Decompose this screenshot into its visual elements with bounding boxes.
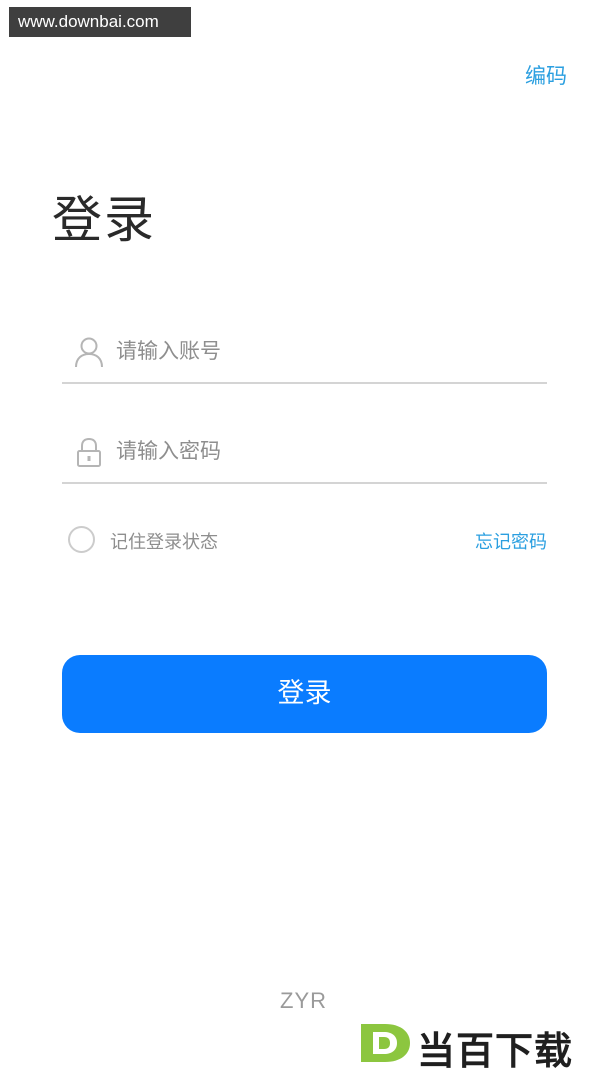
user-icon: [74, 336, 104, 368]
password-field: [62, 420, 547, 484]
brand-watermark: 当百下载: [355, 1018, 600, 1074]
forgot-password-link[interactable]: 忘记密码: [475, 528, 547, 554]
login-screen: www.downbai.com 编码 登录 记住登录状态 忘记密码 登录 ZYR: [0, 0, 607, 1080]
brand-name: 当百下载: [417, 1029, 574, 1073]
watermark-site-label: www.downbai.com: [9, 7, 191, 37]
remember-label[interactable]: 记住登录状态: [110, 528, 218, 554]
account-field: [62, 320, 547, 384]
encode-link[interactable]: 编码: [525, 60, 567, 90]
page-title: 登录: [52, 191, 156, 249]
brand-logo-icon: [355, 1020, 413, 1066]
lock-icon: [74, 436, 104, 468]
login-button[interactable]: 登录: [62, 655, 547, 733]
remember-radio[interactable]: [68, 526, 95, 553]
footer-text: ZYR: [280, 988, 327, 1013]
remember-row: 记住登录状态 忘记密码: [62, 520, 547, 560]
password-input[interactable]: [116, 430, 536, 472]
account-input[interactable]: [116, 330, 536, 372]
